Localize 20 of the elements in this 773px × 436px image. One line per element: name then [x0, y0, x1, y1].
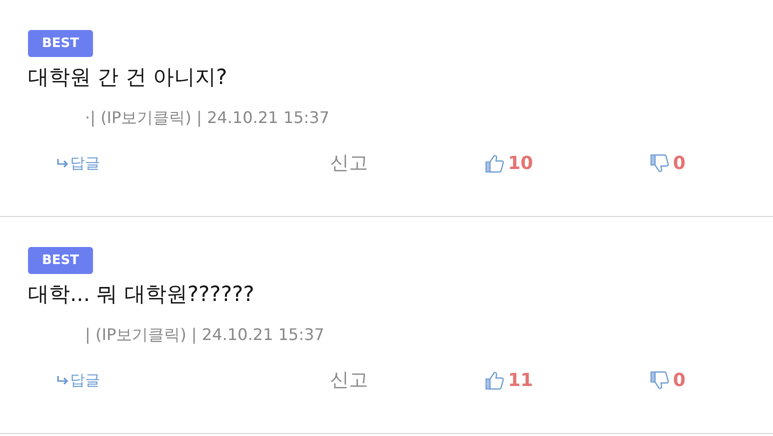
reply-arrow-icon: [57, 158, 69, 168]
like-button[interactable]: 10: [485, 152, 534, 174]
report-button[interactable]: 신고: [330, 150, 485, 176]
comment-meta: | (IP보기클릭) | 24.10.21 15:37: [85, 325, 326, 346]
reply-button[interactable]: 답글: [57, 370, 330, 390]
best-badge: BEST: [28, 247, 94, 274]
comment-text: 대학원 간 건 아니지?: [28, 64, 228, 91]
best-badge: BEST: [28, 30, 94, 57]
comment-meta: ·| (IP보기클릭) | 24.10.21 15:37: [85, 108, 330, 129]
thumbs-down-icon: [650, 154, 669, 172]
report-button[interactable]: 신고: [330, 367, 485, 393]
thumbs-up-icon: [485, 154, 504, 172]
reply-arrow-icon: [57, 376, 69, 384]
like-button[interactable]: 11: [485, 370, 534, 390]
dislike-button[interactable]: 0: [650, 152, 686, 174]
thumbs-down-icon: [650, 370, 669, 390]
comment-text: 대학... 뭐 대학원??????: [28, 281, 256, 308]
thumbs-up-icon: [485, 370, 504, 390]
dislike-button[interactable]: 0: [650, 370, 686, 390]
reply-button[interactable]: 답글: [57, 154, 330, 172]
